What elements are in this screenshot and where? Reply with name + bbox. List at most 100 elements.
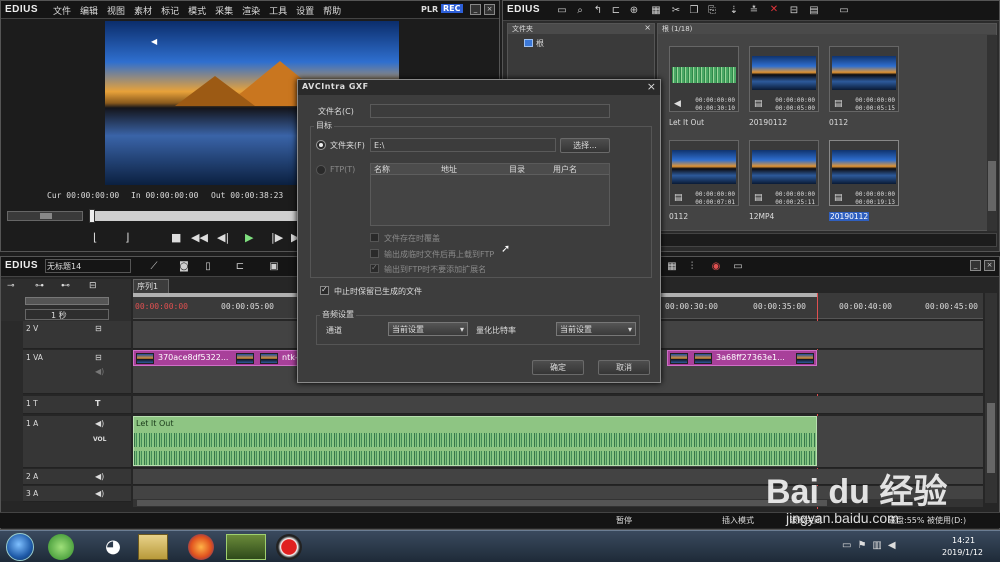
mark-out-icon[interactable]: ⌋ (125, 231, 129, 244)
clip-name-selected[interactable]: 20190112 (829, 212, 870, 221)
dialog-close-icon[interactable]: × (647, 80, 656, 93)
shuttle-slider[interactable] (7, 211, 83, 221)
folder-path-input[interactable]: E:\ (370, 138, 556, 152)
step-back-icon[interactable]: ◀| (217, 231, 229, 244)
no-extension-checkbox[interactable] (370, 263, 379, 273)
track-visible-icon[interactable]: ⊟ (95, 353, 102, 362)
close-icon[interactable]: × (484, 4, 495, 15)
clip-thumbnail[interactable]: ▤ 00:00:00:00 00:00:05:00 (749, 46, 819, 112)
track-header-1t[interactable]: 1 T T (23, 396, 131, 414)
insert-icon[interactable]: ≛ (747, 5, 761, 17)
timeline-vscrollbar[interactable] (985, 293, 997, 503)
play-icon[interactable]: ▶ (245, 231, 253, 244)
vol-label[interactable]: VOL (93, 436, 106, 443)
clip-name[interactable]: 20190112 (749, 118, 787, 127)
menu-file[interactable]: 文件 (53, 4, 71, 17)
channel-select[interactable]: 当前设置 (388, 322, 468, 336)
root-folder-label[interactable]: 根 (536, 38, 544, 49)
mode-icon[interactable]: ⟋ (147, 261, 161, 273)
paste-icon[interactable]: ⎘ (705, 5, 719, 17)
ftp-col-username[interactable]: 用户名 (553, 164, 577, 175)
browse-button[interactable]: 选择... (560, 138, 610, 153)
menu-capture[interactable]: 采集 (215, 4, 233, 17)
browser-360-icon[interactable] (48, 534, 74, 560)
clip-name[interactable]: 0112 (829, 118, 848, 127)
tray-time[interactable]: 14:21 (952, 536, 975, 545)
tray-date[interactable]: 2019/1/12 (942, 548, 983, 557)
track-header-2v[interactable]: 2 V ⊟ (23, 321, 131, 349)
delete-icon[interactable]: ✕ (767, 4, 781, 16)
ftp-radio[interactable] (316, 165, 326, 175)
track-header-3a[interactable]: 3 A ◀) (23, 486, 131, 502)
bin-scrollbar[interactable] (987, 35, 997, 231)
minimize-icon[interactable]: _ (470, 4, 481, 15)
add-clip-icon[interactable]: ⊕ (627, 5, 641, 17)
edius-task-icon[interactable] (226, 534, 266, 560)
track-visible-icon[interactable]: ⊟ (95, 324, 102, 333)
speaker-icon[interactable]: ◀) (95, 419, 104, 428)
video-clip[interactable]: 370ace8df5322... ntk- (133, 350, 299, 366)
qq-icon[interactable]: ◕ (98, 534, 128, 560)
ftp-col-address[interactable]: 地址 (441, 164, 457, 175)
track-lane-1t[interactable] (133, 396, 983, 414)
up-icon[interactable]: ↰ (591, 5, 605, 17)
menu-marker[interactable]: 标记 (161, 4, 179, 17)
keep-files-checkbox[interactable] (320, 285, 329, 295)
record-icon[interactable]: ◉ (709, 261, 723, 273)
menu-mode[interactable]: 模式 (188, 4, 206, 17)
filename-input[interactable] (370, 104, 610, 118)
audio-clip[interactable]: Let It Out (133, 416, 817, 466)
position-bar[interactable] (89, 209, 301, 223)
firefox-icon[interactable] (188, 534, 214, 560)
rec-toggle[interactable]: REC (441, 4, 463, 13)
video-clip[interactable]: 3a68ff27363e1... (667, 350, 817, 366)
bitdepth-select[interactable]: 当前设置 (556, 322, 636, 336)
ftp-col-directory[interactable]: 目录 (509, 164, 525, 175)
bin-menu-icon[interactable]: ▭ (837, 5, 851, 17)
menu-settings[interactable]: 设置 (296, 4, 314, 17)
overwrite-checkbox[interactable] (370, 233, 379, 242)
grid-icon[interactable]: ▦ (665, 261, 679, 273)
track-header-1a[interactable]: 1 A ◀) VOL (23, 416, 131, 468)
position-handle[interactable] (89, 209, 95, 223)
layout-icon[interactable]: ▭ (731, 261, 745, 273)
tray-icons[interactable]: ▭⚑▥◀ (842, 540, 902, 551)
clip-thumbnail[interactable]: ◀ 00:00:00:00 00:00:30:10 (669, 46, 739, 112)
timeline-hscroll-thumb[interactable] (137, 500, 827, 506)
track-audio-icon[interactable]: ◀) (95, 367, 104, 376)
stop-icon[interactable]: ■ (171, 231, 181, 244)
new-icon[interactable]: ▯ (201, 261, 215, 273)
folder-radio[interactable] (316, 140, 326, 150)
upload-checkbox[interactable] (370, 249, 379, 258)
open-icon[interactable]: ⊏ (233, 261, 247, 273)
mark-in-icon[interactable]: ⌊ (93, 231, 97, 244)
save-icon[interactable]: ▣ (267, 261, 281, 273)
track-header-1va[interactable]: 1 VA ⊟ ◀) (23, 350, 131, 394)
menu-clip[interactable]: 素材 (134, 4, 152, 17)
speaker-icon[interactable]: ◀) (95, 489, 104, 498)
clip-name[interactable]: 12MP4 (749, 212, 774, 221)
close-icon[interactable]: × (984, 260, 995, 271)
timeline-vscroll-thumb[interactable] (987, 403, 995, 473)
ftp-list[interactable]: 名称 地址 目录 用户名 (370, 163, 610, 226)
shuttle-handle[interactable] (40, 213, 52, 219)
add-to-timeline-icon[interactable]: ⇣ (727, 5, 741, 17)
properties-icon[interactable]: ⊟ (787, 5, 801, 17)
clip-thumbnail[interactable]: ▤ 00:00:00:00 00:00:19:13 (829, 140, 899, 206)
copy-icon[interactable]: ❐ (687, 5, 701, 17)
start-button-icon[interactable] (6, 533, 34, 561)
cancel-button[interactable]: 取消 (598, 360, 650, 375)
cut-icon[interactable]: ✂ (669, 5, 683, 17)
menu-help[interactable]: 帮助 (323, 4, 341, 17)
menu-edit[interactable]: 编辑 (80, 4, 98, 17)
clip-thumbnail[interactable]: ▤ 00:00:00:00 00:00:07:01 (669, 140, 739, 206)
bin-scroll-thumb[interactable] (988, 161, 996, 211)
menu-view[interactable]: 视图 (107, 4, 125, 17)
step-forward-icon[interactable]: |▶ (271, 231, 283, 244)
speaker-icon[interactable]: ◀) (95, 472, 104, 481)
clip-thumbnail[interactable]: ▤ 00:00:00:00 00:00:05:15 (829, 46, 899, 112)
track-header-2a[interactable]: 2 A ◀) (23, 469, 131, 485)
tools-icon[interactable]: ▦ (649, 5, 663, 17)
track-tool-icon[interactable]: ⊟ (89, 281, 97, 291)
title-track-icon[interactable]: T (95, 399, 100, 408)
